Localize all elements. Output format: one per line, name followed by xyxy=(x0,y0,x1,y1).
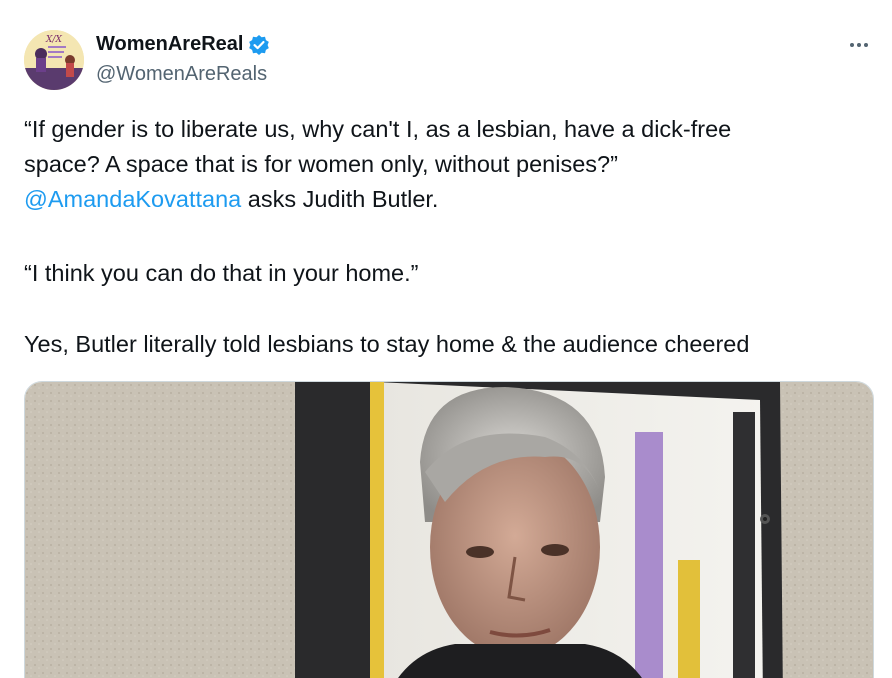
tweet-text-line-2: space? A space that is for women only, w… xyxy=(24,151,618,177)
author-display-name[interactable]: WomenAreReal xyxy=(96,33,243,56)
more-options-icon[interactable] xyxy=(842,30,876,60)
mention-link[interactable]: @AmandaKovattana xyxy=(24,186,241,212)
tweet-text-line-3-rest: asks Judith Butler. xyxy=(241,186,439,212)
author-name-row: WomenAreReal xyxy=(96,33,270,56)
tweet-text-line-3: @AmandaKovattana asks Judith Butler. xyxy=(24,182,874,217)
verified-badge-icon[interactable] xyxy=(248,34,270,56)
tweet-text-line-1: “If gender is to liberate us, why can't … xyxy=(24,116,732,142)
more-dot xyxy=(864,43,868,47)
tweet-photo-image xyxy=(25,382,873,678)
tweet-text-line-5: Yes, Butler literally told lesbians to s… xyxy=(24,331,750,357)
svg-text:X/X: X/X xyxy=(45,35,62,45)
avatar-image: X/X xyxy=(24,30,84,90)
tweet: X/X WomenAreReal @WomenAreReals “If gend… xyxy=(0,0,892,678)
avatar[interactable]: X/X xyxy=(24,30,84,90)
more-dot xyxy=(857,43,861,47)
tweet-text-line-4: “I think you can do that in your home.” xyxy=(24,260,419,286)
more-dot xyxy=(850,43,854,47)
author-handle[interactable]: @WomenAreReals xyxy=(96,63,267,86)
tweet-photo[interactable] xyxy=(24,381,874,678)
